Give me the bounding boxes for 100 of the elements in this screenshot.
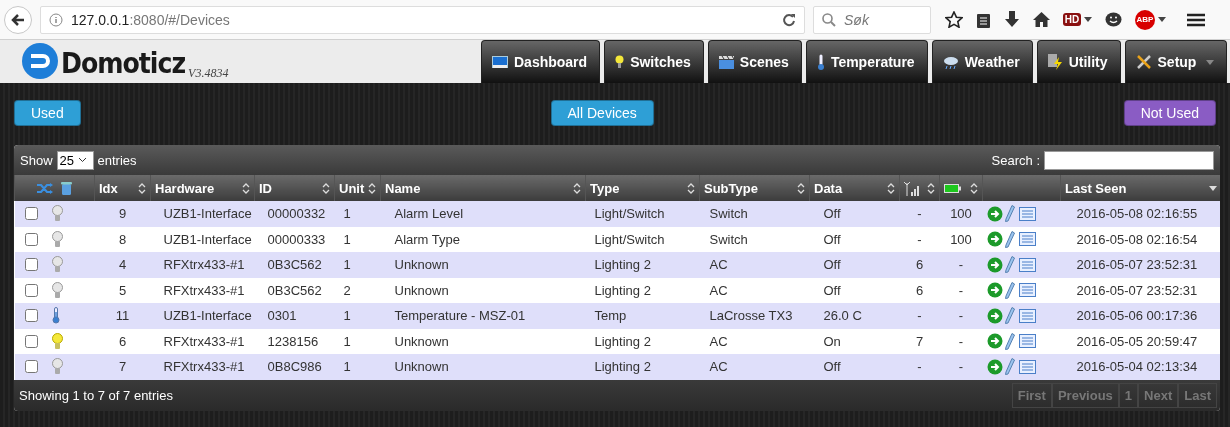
log-icon[interactable]	[1018, 283, 1036, 298]
log-icon[interactable]	[1018, 334, 1036, 349]
row-checkbox[interactable]	[24, 283, 38, 297]
table-search-field[interactable]	[1044, 150, 1214, 170]
row-checkbox[interactable]	[24, 232, 38, 246]
adblock-badge[interactable]: ABP	[1135, 9, 1155, 30]
page-size-select[interactable]: 25	[56, 150, 94, 170]
table-cell: 1	[343, 206, 351, 222]
pencil-icon[interactable]	[1004, 205, 1015, 223]
arrow-circle-icon[interactable]	[986, 231, 1003, 248]
address-bar[interactable]: 127.0.0.1:8080/#/Devices	[40, 5, 805, 34]
caret-icon[interactable]	[1084, 17, 1092, 22]
thermometer-icon	[51, 307, 60, 325]
trash-icon[interactable]	[61, 181, 72, 195]
sort-icon[interactable]	[138, 182, 146, 194]
sort-icon[interactable]	[797, 182, 805, 194]
table-cell: -	[917, 308, 922, 324]
back-button[interactable]	[4, 5, 32, 34]
search-field[interactable]: Søk	[842, 10, 922, 29]
sort-icon[interactable]	[970, 182, 978, 194]
table-cell: 1	[343, 308, 351, 324]
pencil-icon[interactable]	[1004, 281, 1015, 299]
clipboard-icon[interactable]	[976, 11, 991, 28]
sort-icon[interactable]	[927, 182, 935, 194]
row-checkbox[interactable]	[24, 309, 38, 323]
table-cell: Light/Switch	[594, 206, 665, 222]
arrow-circle-icon[interactable]	[986, 358, 1003, 375]
column-header[interactable]: Name	[385, 180, 421, 196]
table-cell: 2016-05-05 20:59:47	[1076, 333, 1198, 349]
arrow-circle-icon[interactable]	[986, 205, 1003, 222]
sort-icon[interactable]	[242, 182, 250, 194]
log-icon[interactable]	[1018, 359, 1036, 374]
entries-info: Showing 1 to 7 of 7 entries	[19, 387, 173, 403]
back-arrow-icon	[11, 12, 25, 27]
table-cell: UZB1-Interface	[163, 308, 252, 324]
row-checkbox[interactable]	[24, 258, 38, 272]
pencil-icon[interactable]	[1004, 230, 1015, 248]
table-cell: AC	[709, 257, 728, 273]
nav-tab[interactable]: Dashboard	[481, 40, 601, 83]
log-icon[interactable]	[1018, 308, 1036, 323]
shuffle-icon[interactable]	[37, 182, 53, 194]
home-icon[interactable]	[1033, 12, 1050, 27]
table-cell: 4	[118, 257, 127, 273]
download-icon[interactable]	[1004, 11, 1020, 28]
hd-badge[interactable]: HD	[1063, 13, 1081, 26]
column-header[interactable]: ID	[259, 180, 272, 196]
table-cell: 00000333	[267, 231, 326, 247]
menu-icon[interactable]	[1187, 12, 1205, 27]
log-icon[interactable]	[1018, 206, 1036, 221]
search-box[interactable]: Søk	[813, 5, 931, 34]
column-header[interactable]: Type	[590, 180, 620, 196]
sort-icon[interactable]	[687, 182, 695, 194]
table-cell: Temperature - MSZ-01	[394, 308, 526, 324]
sort-icon[interactable]	[887, 182, 895, 194]
table-cell: UZB1-Interface	[163, 231, 252, 247]
sort-descending-icon[interactable]	[1208, 185, 1217, 191]
nav-tab[interactable]: Switches	[604, 40, 704, 83]
column-header[interactable]: Data	[814, 180, 843, 196]
nav-tab[interactable]: Setup	[1124, 40, 1228, 83]
caret-icon[interactable]	[1158, 17, 1166, 22]
table-cell: -	[917, 231, 922, 247]
battery-icon[interactable]	[944, 183, 961, 193]
table-cell: 26.0 C	[823, 308, 862, 324]
pencil-icon[interactable]	[1004, 358, 1015, 376]
logo-name: Domoticz	[61, 49, 186, 79]
table-cell: 0B8C986	[267, 359, 322, 375]
smiley-icon[interactable]	[1105, 11, 1122, 28]
info-icon[interactable]	[49, 12, 63, 27]
arrow-circle-icon[interactable]	[986, 256, 1003, 273]
tools-icon	[1135, 54, 1152, 70]
row-checkbox[interactable]	[24, 360, 38, 374]
table-cell: 7	[118, 359, 127, 375]
sort-icon[interactable]	[368, 182, 376, 194]
nav-tab[interactable]: Scenes	[707, 40, 802, 83]
arrow-circle-icon[interactable]	[986, 282, 1003, 299]
log-icon[interactable]	[1018, 232, 1036, 247]
sort-icon[interactable]	[573, 182, 581, 194]
pencil-icon[interactable]	[1004, 256, 1015, 274]
sort-icon[interactable]	[322, 182, 330, 194]
pencil-icon[interactable]	[1004, 307, 1015, 325]
nav-tab[interactable]: Temperature	[805, 40, 928, 83]
nav-tab[interactable]: Weather	[931, 40, 1033, 83]
thermometer-icon	[816, 53, 825, 71]
table-cell: Alarm Type	[394, 231, 460, 247]
arrow-circle-icon[interactable]	[986, 333, 1003, 350]
filter-button[interactable]: Not Used	[1123, 100, 1216, 126]
table-cell: Temp	[594, 308, 627, 324]
monitor-icon	[492, 55, 508, 69]
table-cell: RFXtrx433-#1	[163, 359, 245, 375]
nav-tab[interactable]: Utility	[1036, 40, 1121, 83]
reload-icon[interactable]	[782, 12, 796, 27]
signal-icon[interactable]	[904, 180, 920, 196]
log-icon[interactable]	[1018, 257, 1036, 272]
pencil-icon[interactable]	[1004, 332, 1015, 350]
star-icon[interactable]	[945, 11, 963, 28]
table-cell: 0B3C562	[267, 282, 322, 298]
arrow-circle-icon[interactable]	[986, 307, 1003, 324]
entries-label: entries	[97, 152, 137, 168]
row-checkbox[interactable]	[24, 207, 38, 221]
row-checkbox[interactable]	[24, 334, 38, 348]
